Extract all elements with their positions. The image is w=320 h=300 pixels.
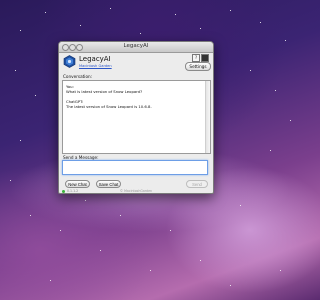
message-text: What is latest version of Snow Leopard? xyxy=(66,89,143,94)
settings-button[interactable]: Settings xyxy=(185,62,211,71)
copyright-label: © MacintoshGarden xyxy=(119,189,153,193)
star-decoration xyxy=(230,285,231,286)
conversation-label: Conversation: xyxy=(63,74,93,79)
dark-square-button[interactable] xyxy=(201,54,209,62)
star-decoration xyxy=(20,140,21,141)
star-decoration xyxy=(260,22,261,23)
title-bar[interactable]: LegacyAI xyxy=(59,42,213,53)
star-decoration xyxy=(120,215,121,216)
star-decoration xyxy=(85,200,86,201)
star-decoration xyxy=(200,28,201,29)
star-decoration xyxy=(230,10,231,11)
conversation-scrollbar[interactable] xyxy=(205,81,210,153)
star-decoration xyxy=(110,8,111,9)
star-decoration xyxy=(200,260,201,261)
save-chat-button[interactable]: Save Chat xyxy=(96,180,121,188)
new-chat-button[interactable]: New Chat xyxy=(65,180,90,188)
message-input[interactable] xyxy=(62,160,208,175)
star-decoration xyxy=(290,120,291,121)
help-button[interactable]: ? xyxy=(192,54,200,62)
star-decoration xyxy=(140,33,141,34)
app-name: LegacyAI xyxy=(79,55,111,63)
star-decoration xyxy=(150,270,151,271)
macintosh-garden-link[interactable]: Macintosh Garden xyxy=(79,64,112,68)
star-decoration xyxy=(80,25,81,26)
star-decoration xyxy=(100,250,101,251)
star-decoration xyxy=(35,95,36,96)
star-decoration xyxy=(20,30,21,31)
window-title: LegacyAI xyxy=(123,43,149,49)
star-decoration xyxy=(285,40,286,41)
conversation-panel[interactable]: You: What is latest version of Snow Leop… xyxy=(62,80,211,154)
star-decoration xyxy=(45,12,46,13)
message-text: The latest version of Snow Leopard is 10… xyxy=(66,104,152,109)
legacyai-logo-icon xyxy=(63,55,76,68)
star-decoration xyxy=(15,70,16,71)
star-decoration xyxy=(270,150,271,151)
star-decoration xyxy=(170,230,171,231)
star-decoration xyxy=(175,14,176,15)
star-decoration xyxy=(10,180,11,181)
star-decoration xyxy=(60,230,61,231)
star-decoration xyxy=(280,270,281,271)
star-decoration xyxy=(240,205,241,206)
send-button[interactable]: Send xyxy=(186,180,208,188)
star-decoration xyxy=(30,215,31,216)
star-decoration xyxy=(275,90,276,91)
legacyai-window: LegacyAI LegacyAI Macintosh Garden ? Set… xyxy=(58,41,214,194)
star-decoration xyxy=(50,280,51,281)
star-decoration xyxy=(250,70,251,71)
